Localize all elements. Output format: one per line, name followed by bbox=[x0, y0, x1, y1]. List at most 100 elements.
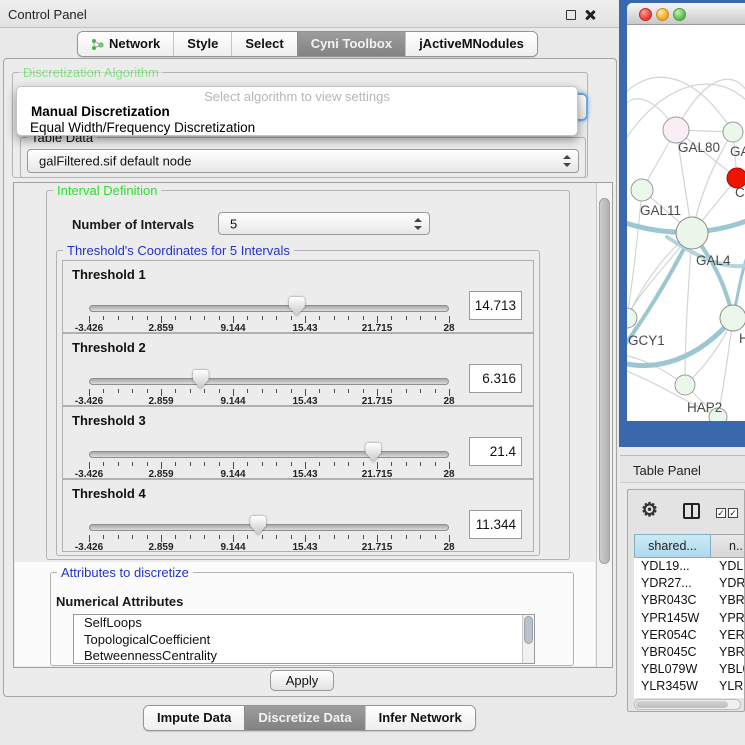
tick-mark bbox=[204, 535, 205, 539]
list-item[interactable]: BetweennessCentrality bbox=[74, 648, 534, 664]
tick-mark bbox=[435, 316, 436, 320]
float-window-icon[interactable] bbox=[566, 10, 576, 20]
threshold-value-field[interactable] bbox=[469, 364, 522, 393]
tab-network[interactable]: Network bbox=[78, 32, 173, 56]
tick-mark bbox=[363, 316, 364, 320]
tick-mark bbox=[103, 316, 104, 320]
tick-mark bbox=[175, 535, 176, 539]
table-row[interactable]: YPR145W YPR1 bbox=[634, 610, 745, 627]
table-row[interactable]: YBR045C YBR0 bbox=[634, 644, 745, 661]
network-node[interactable] bbox=[631, 179, 653, 201]
network-node[interactable] bbox=[675, 375, 695, 395]
algorithm-dropdown-popup: Select algorithm to view settings Manual… bbox=[16, 86, 578, 136]
tick-mark bbox=[175, 462, 176, 466]
close-traffic-light[interactable] bbox=[639, 8, 652, 21]
slider-tick-labels: -3.4262.8599.14415.4321.71528 bbox=[63, 542, 533, 553]
tab-infer-network[interactable]: Infer Network bbox=[365, 706, 475, 730]
table-row[interactable]: YDR27... YDR2 bbox=[634, 575, 745, 592]
table-row[interactable]: YDL19... YDL1 bbox=[634, 558, 745, 575]
table-row[interactable]: YIL052C YIL0 bbox=[634, 696, 745, 699]
scrollbar-thumb[interactable] bbox=[524, 616, 533, 644]
scrollbar-thumb[interactable] bbox=[599, 198, 610, 564]
table-cell: YER054C bbox=[634, 627, 711, 644]
network-edge bbox=[685, 233, 692, 385]
tick-mark bbox=[420, 462, 421, 466]
slider-thumb[interactable] bbox=[250, 516, 266, 535]
threshold-value-field[interactable] bbox=[469, 291, 522, 320]
list-item[interactable]: TopologicalCoefficient bbox=[74, 632, 534, 649]
column-header-name[interactable]: n... bbox=[711, 534, 745, 558]
table-toolbar: ⚙ ✓ ✓ bbox=[628, 490, 744, 532]
tab-cyni-toolbox[interactable]: Cyni Toolbox bbox=[297, 32, 405, 56]
slider-track[interactable] bbox=[89, 378, 449, 385]
slider-thumb[interactable] bbox=[289, 297, 305, 316]
dropdown-item-equal-width-frequency[interactable]: Equal Width/Frequency Discretization bbox=[30, 120, 255, 135]
column-header-shared-name[interactable]: shared... bbox=[634, 534, 711, 558]
table-row[interactable]: YBL079W YBL0 bbox=[634, 661, 745, 678]
slider-track[interactable] bbox=[89, 305, 449, 312]
zoom-traffic-light[interactable] bbox=[673, 8, 686, 21]
network-node[interactable] bbox=[676, 217, 708, 249]
tick-mark bbox=[103, 535, 104, 539]
network-node-label: H bbox=[739, 331, 745, 346]
gear-icon[interactable]: ⚙ bbox=[641, 499, 658, 522]
tick-mark bbox=[161, 462, 162, 469]
tab-jactivemnodules[interactable]: jActiveMNodules bbox=[405, 32, 537, 56]
group-title: Interval Definition bbox=[53, 183, 161, 198]
threshold-value-field[interactable] bbox=[469, 437, 522, 466]
tab-label: Network bbox=[109, 32, 160, 56]
slider-thumb[interactable] bbox=[365, 443, 381, 462]
scrollbar-thumb[interactable] bbox=[636, 701, 728, 708]
table-cell: YLR345W bbox=[634, 678, 711, 695]
network-node[interactable] bbox=[627, 308, 637, 328]
checkbox-icon[interactable]: ✓ bbox=[728, 508, 738, 518]
tab-impute-data[interactable]: Impute Data bbox=[144, 706, 244, 730]
tick-label: -3.426 bbox=[75, 542, 103, 553]
threshold-label: Threshold 1 bbox=[72, 267, 146, 282]
tick-mark bbox=[348, 462, 349, 466]
tick-mark bbox=[449, 316, 450, 323]
tick-mark bbox=[348, 535, 349, 539]
tick-mark bbox=[276, 316, 277, 320]
tick-mark bbox=[190, 462, 191, 466]
checkbox-icon[interactable]: ✓ bbox=[716, 508, 726, 518]
slider-track[interactable] bbox=[89, 524, 449, 531]
network-window: GAL80GACGAL11GAL4GCY1HHAP2 bbox=[619, 0, 745, 447]
numerical-attributes-list[interactable]: SelfLoops TopologicalCoefficient Between… bbox=[73, 614, 535, 664]
minimize-traffic-light[interactable] bbox=[656, 8, 669, 21]
tick-mark bbox=[420, 535, 421, 539]
number-of-intervals-combobox[interactable]: 5 bbox=[218, 212, 430, 235]
vertical-scrollbar[interactable] bbox=[596, 183, 612, 667]
network-window-titlebar[interactable] bbox=[627, 3, 745, 25]
table-row[interactable]: YLR345W YLR3 bbox=[634, 678, 745, 695]
tick-mark bbox=[190, 389, 191, 393]
tick-mark bbox=[204, 462, 205, 466]
horizontal-scrollbar[interactable] bbox=[634, 699, 741, 710]
apply-button[interactable]: Apply bbox=[270, 670, 334, 691]
cyni-bottom-tabs: Impute Data Discretize Data Infer Networ… bbox=[143, 705, 476, 731]
tick-mark bbox=[449, 535, 450, 542]
network-canvas[interactable]: GAL80GACGAL11GAL4GCY1HHAP2 bbox=[627, 25, 745, 421]
table-body: YDL19... YDL1 YDR27... YDR2 YBR043C YBR0… bbox=[634, 558, 745, 698]
tab-style[interactable]: Style bbox=[173, 32, 231, 56]
tab-select[interactable]: Select bbox=[231, 32, 296, 56]
table-cell: YIL052C bbox=[634, 696, 711, 699]
table-row[interactable]: YBR043C YBR0 bbox=[634, 592, 745, 609]
threshold-value-field[interactable] bbox=[469, 510, 522, 539]
list-scrollbar[interactable] bbox=[522, 615, 534, 663]
tab-label: Impute Data bbox=[157, 706, 231, 730]
dropdown-item-manual-discretization[interactable]: Manual Discretization bbox=[31, 104, 170, 119]
tick-mark bbox=[449, 462, 450, 469]
table-row[interactable]: YER054C YER0 bbox=[634, 627, 745, 644]
tab-discretize-data[interactable]: Discretize Data bbox=[244, 706, 364, 730]
network-node[interactable] bbox=[720, 305, 745, 331]
slider-track[interactable] bbox=[89, 451, 449, 458]
table-panel-titlebar: Table Panel bbox=[620, 455, 745, 483]
columns-icon[interactable] bbox=[683, 503, 700, 519]
list-item[interactable]: SelfLoops bbox=[74, 615, 534, 632]
slider-thumb[interactable] bbox=[193, 370, 209, 389]
close-icon[interactable] bbox=[584, 9, 596, 21]
table-cell: YDL1 bbox=[711, 558, 745, 575]
table-data-combobox[interactable]: galFiltered.sif default node bbox=[27, 149, 579, 173]
network-node[interactable] bbox=[723, 122, 743, 142]
